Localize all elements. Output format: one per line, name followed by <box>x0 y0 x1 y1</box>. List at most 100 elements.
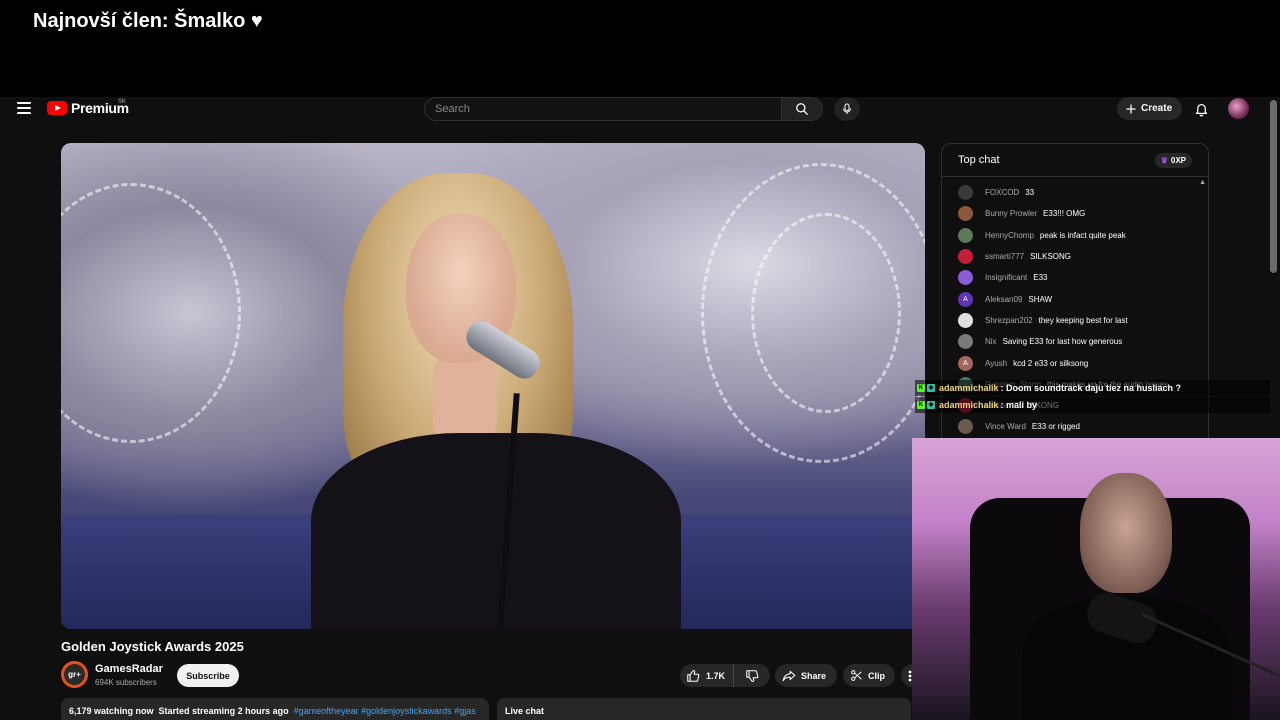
hashtags[interactable]: #gameoftheyear #goldenjoystickawards #gj… <box>294 706 476 716</box>
chat-avatar[interactable]: A <box>958 355 973 371</box>
video-player[interactable] <box>61 143 925 629</box>
search-bar <box>424 97 823 121</box>
chat-text: kcd 2 e33 or silksong <box>1013 358 1089 368</box>
share-button[interactable]: Share <box>775 664 837 687</box>
channel-name[interactable]: GamesRadar <box>95 663 163 675</box>
overlay-chat-line: K ◆ adammichalik : Doom soundtrack daju ti… <box>915 380 1270 396</box>
chat-message[interactable]: Bunny Prowler E33!!! OMG <box>942 203 1208 224</box>
chat-author[interactable]: FOXCOD <box>985 188 1019 197</box>
xp-badge[interactable]: ♛ 0XP <box>1154 152 1192 168</box>
chat-text: 33 <box>1025 188 1035 198</box>
microphone-icon <box>843 103 851 114</box>
like-count: 1.7K <box>706 670 726 681</box>
bell-icon <box>1195 104 1207 117</box>
chat-header: Top chat ♛ 0XP <box>942 144 1208 177</box>
stream-overlay-chat: K ◆ adammichalik : Doom soundtrack daju ti… <box>915 380 1270 414</box>
scroll-up-icon[interactable]: ▲ <box>1199 179 1206 186</box>
overlay-chat-line: K ◆ adammichalik : mali by <box>915 397 1270 413</box>
plus-icon <box>1126 104 1136 113</box>
masthead: Premium SK Create <box>0 97 1280 121</box>
dislike-button[interactable] <box>734 664 770 687</box>
create-button[interactable]: Create <box>1117 97 1183 120</box>
chat-message[interactable]: Vince Ward E33 or rigged <box>942 416 1208 437</box>
chat-text: E33 <box>1033 273 1048 283</box>
subscribe-button[interactable]: Subscribe <box>177 664 239 687</box>
youtube-premium-logo[interactable]: Premium <box>47 100 129 116</box>
like-dislike-group: 1.7K <box>680 664 770 687</box>
overlay-message: : mali by <box>1000 400 1038 410</box>
watching-count: 6,179 watching now <box>69 706 154 716</box>
kick-badge-icon: K <box>917 401 925 409</box>
chat-author[interactable]: Shrezpan202 <box>985 316 1033 325</box>
channel-avatar-text: gr+ <box>68 670 81 679</box>
share-icon <box>782 670 796 681</box>
youtube-play-icon <box>47 101 67 115</box>
chat-text: E33 or rigged <box>1031 422 1080 432</box>
chat-author[interactable]: Bunny Prowler <box>985 209 1037 218</box>
chat-author[interactable]: Nix <box>985 337 997 346</box>
search-button[interactable] <box>781 97 823 121</box>
chat-message[interactable]: Nix Saving E33 for last how generous <box>942 331 1208 352</box>
stream-started: Started streaming 2 hours ago <box>158 706 289 716</box>
chat-text: SILKSONG <box>1030 252 1072 262</box>
chat-message[interactable]: HennyChomp peak is infact quite peak <box>942 225 1208 246</box>
chat-message[interactable]: ssmarti777 SILKSONG <box>942 246 1208 267</box>
chat-message[interactable]: A Aleksan09 SHAW <box>942 288 1208 309</box>
chat-message[interactable]: FOXCOD 33 <box>942 182 1208 203</box>
live-chat-toggle[interactable]: Live chat <box>497 698 911 720</box>
chat-author[interactable]: Insignificant <box>985 273 1027 282</box>
chat-text: E33!!! OMG <box>1043 209 1086 219</box>
subscriber-badge-icon: ◆ <box>927 401 935 409</box>
singer-neck <box>433 353 497 443</box>
subscriber-count: 694K subscribers <box>95 678 157 687</box>
menu-icon[interactable] <box>17 102 31 114</box>
description-box[interactable]: 6,179 watching now Started streaming 2 h… <box>61 698 489 720</box>
xp-label: 0XP <box>1170 155 1186 165</box>
page-scrollbar[interactable] <box>1270 100 1277 273</box>
search-input[interactable] <box>424 97 781 121</box>
chat-author[interactable]: HennyChomp <box>985 231 1034 240</box>
chat-author[interactable]: Ayush <box>985 359 1007 368</box>
stage-ornament <box>751 213 901 413</box>
chat-avatar[interactable] <box>958 249 973 265</box>
singer-dress <box>311 433 681 629</box>
chat-text: Saving E33 for last how generous <box>1002 337 1123 347</box>
kick-badge-icon: K <box>917 384 925 392</box>
notifications-button[interactable] <box>1191 99 1211 119</box>
subscriber-badge-icon: ◆ <box>927 384 935 392</box>
thumbs-up-icon <box>687 669 700 682</box>
clip-button[interactable]: Clip <box>843 664 895 687</box>
banner-title: Najnovší člen: Šmalko ♥ <box>33 10 263 32</box>
chat-avatar[interactable]: A <box>958 291 973 307</box>
scissors-icon <box>851 670 862 681</box>
chat-message[interactable]: Shrezpan202 they keeping best for last <box>942 310 1208 331</box>
chat-avatar[interactable] <box>958 270 973 286</box>
chat-author[interactable]: ssmarti777 <box>985 252 1024 261</box>
chat-message[interactable]: Insignificant E33 <box>942 267 1208 288</box>
chat-avatar[interactable] <box>958 419 973 435</box>
chat-avatar[interactable] <box>958 206 973 222</box>
overlay-username: adammichalik <box>939 400 999 410</box>
channel-avatar[interactable]: gr+ <box>61 661 88 688</box>
clip-label: Clip <box>868 670 885 681</box>
chat-text: SHAW <box>1028 294 1053 304</box>
chat-mode-selector[interactable]: Top chat <box>958 154 1000 166</box>
chat-avatar[interactable] <box>958 312 973 328</box>
voice-search-button[interactable] <box>834 97 860 121</box>
account-avatar[interactable] <box>1228 98 1249 119</box>
chat-avatar[interactable] <box>958 334 973 350</box>
create-label: Create <box>1141 103 1173 114</box>
like-button[interactable]: 1.7K <box>680 664 735 687</box>
live-chat-label: Live chat <box>505 706 545 716</box>
chat-message[interactable]: A Ayush kcd 2 e33 or silksong <box>942 352 1208 373</box>
logo-country-code: SK <box>118 99 127 105</box>
crown-icon: ♛ <box>1160 155 1168 165</box>
chat-author[interactable]: Vince Ward <box>985 422 1026 431</box>
chat-text: peak is infact quite peak <box>1039 230 1126 240</box>
chat-avatar[interactable] <box>958 185 973 201</box>
streamer-head <box>1080 473 1172 593</box>
video-title: Golden Joystick Awards 2025 <box>61 639 244 654</box>
chat-text: they keeping best for last <box>1038 315 1128 325</box>
chat-author[interactable]: Aleksan09 <box>985 295 1022 304</box>
chat-avatar[interactable] <box>958 227 973 243</box>
